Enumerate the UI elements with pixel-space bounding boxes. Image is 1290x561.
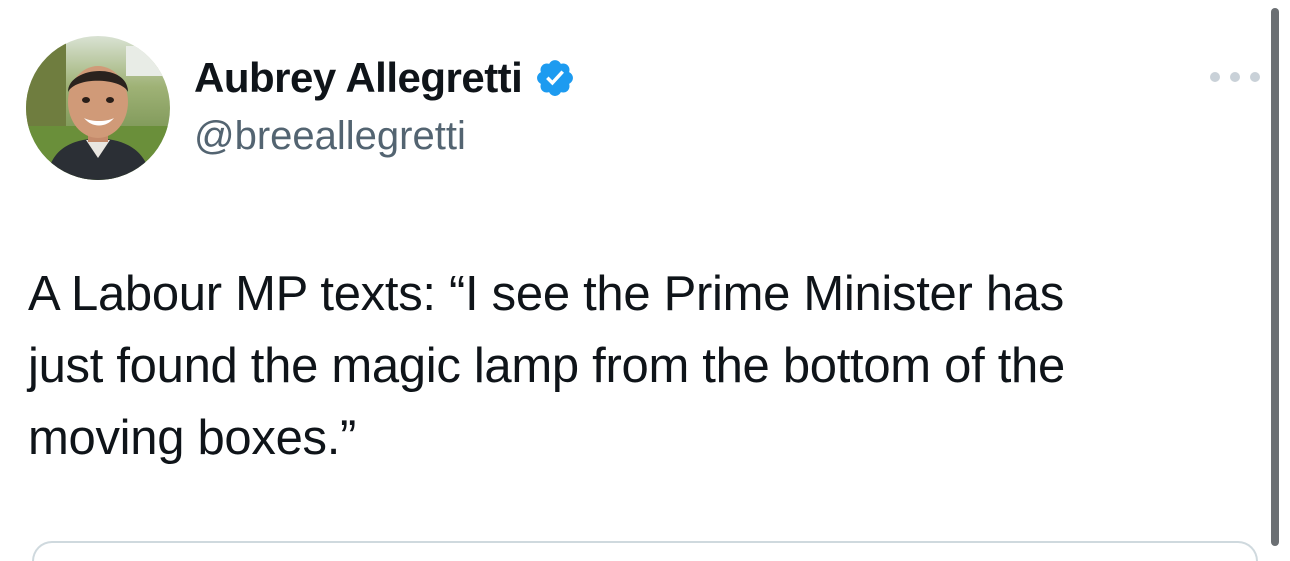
display-name[interactable]: Aubrey Allegretti [194,54,523,102]
more-options-icon[interactable] [1210,62,1260,92]
tweet-text: A Labour MP texts: “I see the Prime Mini… [28,267,1065,465]
author-name-row: Aubrey Allegretti [194,52,576,104]
scrollbar[interactable] [1271,8,1279,546]
dot-icon [1250,72,1260,82]
dot-icon [1210,72,1220,82]
avatar[interactable] [26,36,170,180]
tweet-card: Aubrey Allegretti @breeallegretti A Labo… [0,0,1290,561]
author-handle[interactable]: @breeallegretti [194,114,466,159]
embedded-card[interactable] [32,541,1258,561]
dot-icon [1230,72,1240,82]
avatar-photo [26,36,170,180]
verified-badge-icon[interactable] [534,57,576,99]
